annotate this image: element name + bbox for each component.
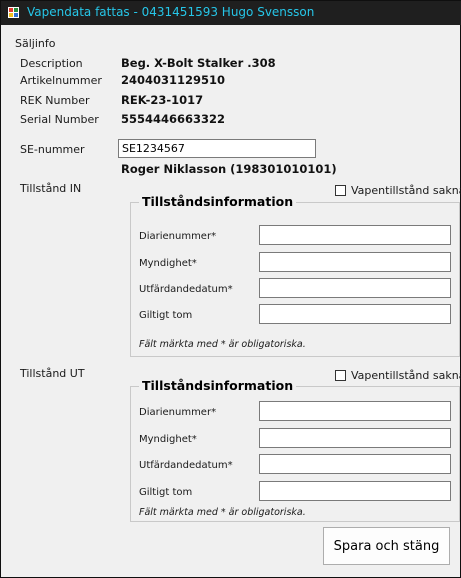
myndighet-label: Myndighet* <box>139 258 197 269</box>
required-note: Fält märkta med * är obligatoriska. <box>139 339 306 350</box>
tillstand-ut-group: Tillståndsinformation Diarienummer* Mynd… <box>130 378 460 522</box>
form-client-area: Säljinfo Description Beg. X-Bolt Stalker… <box>1 25 461 577</box>
utfardandedatum-label: Utfärdandedatum* <box>139 284 233 295</box>
tillstand-in-label: Tillstånd IN <box>20 182 82 195</box>
artikelnummer-label: Artikelnummer <box>20 74 102 87</box>
diarienummer-label: Diarienummer* <box>139 231 217 242</box>
tillstand-in-group: Tillståndsinformation Diarienummer* Mynd… <box>130 194 460 357</box>
title-bar[interactable]: Vapendata fattas - 0431451593 Hugo Svens… <box>1 1 461 25</box>
se-nummer-label: SE-nummer <box>20 143 85 156</box>
checkbox-box[interactable] <box>335 184 346 196</box>
myndighet-ut-input[interactable] <box>259 428 451 448</box>
myndighet-label: Myndighet* <box>139 434 197 445</box>
giltigt-tom-ut-input[interactable] <box>259 481 451 501</box>
description-value: Beg. X-Bolt Stalker .308 <box>121 56 276 70</box>
myndighet-in-input[interactable] <box>259 252 451 272</box>
rek-number-label: REK Number <box>20 94 90 107</box>
app-form-icon <box>7 6 20 19</box>
utfardandedatum-ut-input[interactable] <box>259 454 451 474</box>
diarienummer-label: Diarienummer* <box>139 407 217 418</box>
tillstand-ut-saknas-checkbox[interactable]: Vapentillstånd saknas <box>335 368 461 382</box>
giltigt-tom-in-input[interactable] <box>259 304 451 324</box>
artikelnummer-value: 2404031129510 <box>121 73 226 87</box>
saljinfo-heading: Säljinfo <box>15 37 56 50</box>
checkbox-box[interactable] <box>335 369 346 381</box>
group-title: Tillståndsinformation <box>139 194 297 209</box>
checkbox-label: Vapentillstånd saknas <box>351 183 461 197</box>
serial-number-value: 5554446663322 <box>121 112 226 126</box>
se-nummer-input[interactable] <box>118 139 316 158</box>
checkbox-label: Vapentillstånd saknas <box>351 368 461 382</box>
customer-name: Roger Niklasson (198301010101) <box>121 162 337 176</box>
tillstand-ut-label: Tillstånd UT <box>20 367 85 380</box>
giltigt-tom-label: Giltigt tom <box>139 310 193 321</box>
spara-och-stang-button[interactable]: Spara och stäng <box>323 527 450 565</box>
required-note: Fält märkta med * är obligatoriska. <box>139 507 306 518</box>
diarienummer-in-input[interactable] <box>259 225 451 245</box>
tillstand-in-saknas-checkbox[interactable]: Vapentillstånd saknas <box>335 183 461 197</box>
utfardandedatum-label: Utfärdandedatum* <box>139 460 233 471</box>
group-title: Tillståndsinformation <box>139 378 297 393</box>
giltigt-tom-label: Giltigt tom <box>139 487 193 498</box>
description-label: Description <box>20 57 83 70</box>
utfardandedatum-in-input[interactable] <box>259 278 451 298</box>
window-title: Vapendata fattas - 0431451593 Hugo Svens… <box>27 5 315 19</box>
serial-number-label: Serial Number <box>20 113 99 126</box>
vapendata-window: Vapendata fattas - 0431451593 Hugo Svens… <box>0 0 461 578</box>
rek-number-value: REK-23-1017 <box>121 93 204 107</box>
diarienummer-ut-input[interactable] <box>259 401 451 421</box>
